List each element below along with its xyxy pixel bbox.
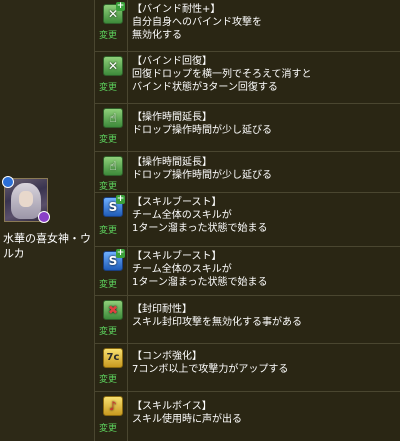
awakening-desc-line: スキル封印攻撃を無効化する事がある <box>132 317 302 328</box>
awakening-title: 【スキルボイス】 <box>132 401 212 412</box>
awakening-icon-cell: ✕ 変更 <box>95 52 128 103</box>
bind-resist-icon[interactable]: ✕ + <box>103 2 125 24</box>
awakening-title: 【操作時間延長】 <box>132 157 212 168</box>
awakening-row: S + 変更 【スキルブースト】 チーム全体のスキルが 1ターン溜まった状態で始ま… <box>95 193 400 247</box>
change-label[interactable]: 変更 <box>99 179 117 192</box>
awakening-row: 7c 変更 【コンボ強化】 7コンボ以上で攻撃力がアップする <box>95 344 400 392</box>
awakening-title: 【スキルブースト】 <box>132 197 222 208</box>
awakening-row: ✕ 変更 【バインド回復】 回復ドロップを横一列でそろえて消すと バインド状態が… <box>95 52 400 104</box>
awakening-icon-cell: 7c 変更 <box>95 344 128 391</box>
awakening-icon-cell: ✕ + 変更 <box>95 0 128 51</box>
awakening-table: 水華の喜女神・ウルカ ✕ + 変更 【バインド耐性+】 自分自身へのバインド攻撃を… <box>0 0 400 441</box>
awakening-desc-line: チーム全体のスキルが <box>132 264 232 275</box>
portrait-face <box>19 191 33 207</box>
awakening-icon-cell: S + 変更 <box>95 193 128 246</box>
bind-recovery-icon[interactable]: ✕ <box>103 56 123 76</box>
awakening-desc-line: 1ターン溜まった状態で始まる <box>132 277 268 288</box>
awakening-text: 【封印耐性】 スキル封印攻撃を無効化する事がある <box>132 303 397 329</box>
awakening-desc-line: チーム全体のスキルが <box>132 210 232 221</box>
awakening-title: 【封印耐性】 <box>132 304 192 315</box>
awakening-text: 【操作時間延長】 ドロップ操作時間が少し延びる <box>132 156 397 182</box>
awakening-desc-line: 自分自身へのバインド攻撃を <box>132 17 262 28</box>
awakening-title: 【バインド耐性+】 <box>132 4 221 15</box>
awakening-icon-cell: S + 変更 <box>95 247 128 295</box>
change-label[interactable]: 変更 <box>99 421 117 434</box>
awakening-text: 【コンボ強化】 7コンボ以上で攻撃力がアップする <box>132 350 397 376</box>
awakening-text: 【スキルブースト】 チーム全体のスキルが 1ターン溜まった状態で始まる <box>132 250 397 289</box>
awakening-desc-line: 1ターン溜まった状態で始まる <box>132 223 268 234</box>
awakening-desc-line: バインド状態が3ターン回復する <box>132 82 278 93</box>
awakening-desc-line: 7コンボ以上で攻撃力がアップする <box>132 364 289 375</box>
awakening-text: 【バインド耐性+】 自分自身へのバインド攻撃を 無効化する <box>132 3 397 42</box>
awakening-icon-cell: ✖ 変更 <box>95 296 128 343</box>
awakening-desc-line: ドロップ操作時間が少し延びる <box>132 125 272 136</box>
skill-voice-icon[interactable]: ♪ <box>103 396 123 416</box>
awakening-row: ☝ 変更 【操作時間延長】 ドロップ操作時間が少し延びる <box>95 104 400 152</box>
awakening-desc-line: 回復ドロップを横一列でそろえて消すと <box>132 69 312 80</box>
change-label[interactable]: 変更 <box>99 132 117 145</box>
awakening-text: 【スキルボイス】 スキル使用時に声が出る <box>132 400 397 426</box>
change-label[interactable]: 変更 <box>99 324 117 337</box>
awakening-desc-line: スキル使用時に声が出る <box>132 414 242 425</box>
awakening-title: 【バインド回復】 <box>132 56 212 67</box>
awakening-title: 【スキルブースト】 <box>132 251 222 262</box>
awakening-desc-line: ドロップ操作時間が少し延びる <box>132 170 272 181</box>
change-label[interactable]: 変更 <box>99 372 117 385</box>
change-label[interactable]: 変更 <box>99 80 117 93</box>
water-attribute-icon <box>2 176 14 188</box>
awakening-row: ✖ 変更 【封印耐性】 スキル封印攻撃を無効化する事がある <box>95 296 400 344</box>
awakening-row: S + 変更 【スキルブースト】 チーム全体のスキルが 1ターン溜まった状態で始ま… <box>95 247 400 296</box>
awakening-icon-cell: ♪ 変更 <box>95 392 128 441</box>
awakening-icon-cell: ☝ 変更 <box>95 152 128 192</box>
skill-boost-icon[interactable]: S + <box>103 249 125 271</box>
awakening-text: 【操作時間延長】 ドロップ操作時間が少し延びる <box>132 111 397 137</box>
awakening-text: 【スキルブースト】 チーム全体のスキルが 1ターン溜まった状態で始まる <box>132 196 397 235</box>
seal-resist-icon[interactable]: ✖ <box>103 300 123 320</box>
character-name[interactable]: 水華の喜女神・ウルカ <box>3 231 95 261</box>
combo-boost-icon[interactable]: 7c <box>103 348 123 368</box>
change-label[interactable]: 変更 <box>99 28 117 41</box>
time-extend-icon[interactable]: ☝ <box>103 156 123 176</box>
skill-boost-icon[interactable]: S + <box>103 195 125 217</box>
awakening-row: ☝ 変更 【操作時間延長】 ドロップ操作時間が少し延びる <box>95 152 400 193</box>
awakening-text: 【バインド回復】 回復ドロップを横一列でそろえて消すと バインド状態が3ターン回… <box>132 55 397 94</box>
character-column: 水華の喜女神・ウルカ <box>0 0 95 441</box>
awakening-title: 【操作時間延長】 <box>132 112 212 123</box>
change-label[interactable]: 変更 <box>99 223 117 236</box>
awakening-title: 【コンボ強化】 <box>132 351 202 362</box>
awakening-row: ♪ 変更 【スキルボイス】 スキル使用時に声が出る <box>95 392 400 441</box>
awakening-desc-line: 無効化する <box>132 30 182 41</box>
dark-attribute-icon <box>38 211 50 223</box>
awakening-icon-cell: ☝ 変更 <box>95 104 128 151</box>
time-extend-icon[interactable]: ☝ <box>103 108 123 128</box>
awakening-row: ✕ + 変更 【バインド耐性+】 自分自身へのバインド攻撃を 無効化する <box>95 0 400 52</box>
change-label[interactable]: 変更 <box>99 277 117 290</box>
